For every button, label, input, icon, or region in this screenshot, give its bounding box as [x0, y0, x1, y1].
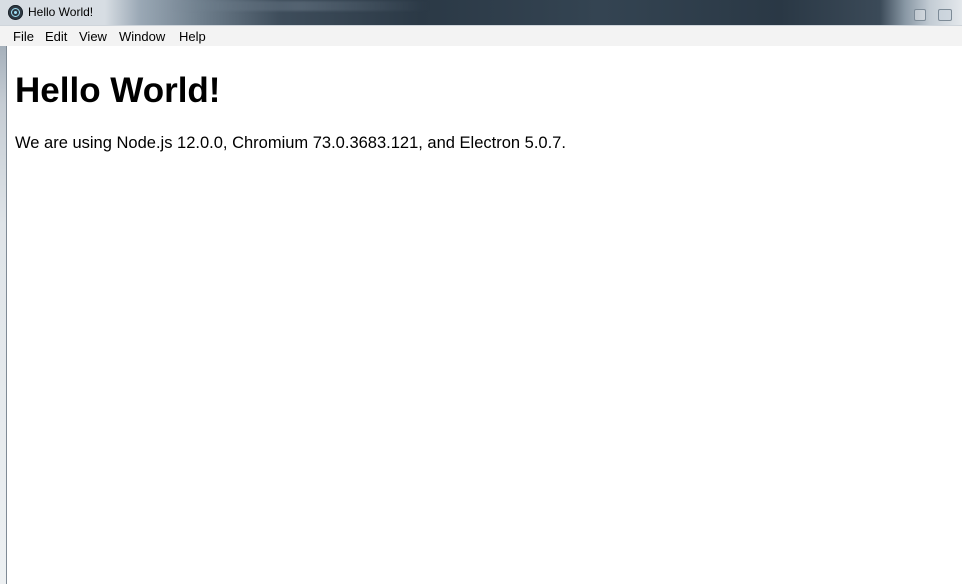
menu-bar: File Edit View Window Help — [0, 25, 962, 46]
window-title: Hello World! — [28, 5, 94, 19]
page-content: Hello World! We are using Node.js 12.0.0… — [7, 46, 962, 584]
versions-text: We are using Node.js 12.0.0, Chromium 73… — [15, 134, 566, 152]
menu-file[interactable]: File — [13, 29, 34, 44]
app-window: Hello World! File Edit View Window Help … — [0, 0, 962, 584]
menu-window[interactable]: Window — [119, 29, 165, 44]
taskbar-clipboard-icon — [914, 9, 926, 21]
title-bar[interactable]: Hello World! — [0, 0, 962, 25]
background-blur — [170, 1, 430, 11]
menu-edit[interactable]: Edit — [45, 29, 67, 44]
electron-icon[interactable] — [8, 5, 23, 20]
menu-view[interactable]: View — [79, 29, 107, 44]
page-heading: Hello World! — [15, 71, 221, 110]
window-frame-left — [0, 25, 7, 584]
taskbar-folder-icon — [938, 9, 952, 21]
menu-help[interactable]: Help — [179, 29, 206, 44]
